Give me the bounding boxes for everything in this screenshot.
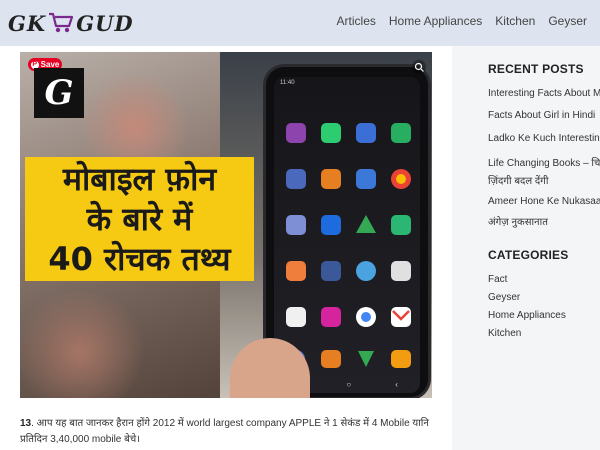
main-nav: Articles Home Appliances Kitchen Geyser [337, 14, 600, 32]
category-link-home-appliances[interactable]: Home Appliances [488, 310, 600, 321]
recent-post-link[interactable]: Interesting Facts About Mo [488, 88, 600, 99]
home-circle-icon: ○ [346, 379, 352, 389]
shopping-cart-icon [49, 12, 74, 33]
nav-geyser[interactable]: Geyser [548, 14, 587, 32]
recent-post-link[interactable]: Life Changing Books – चि [488, 155, 600, 169]
headline-line-1: मोबाइल फ़ोन [62, 160, 217, 198]
logo-text-right: GUD [76, 10, 134, 36]
recent-post-link[interactable]: Ladko Ke Kuch Interesting [488, 133, 600, 144]
main-content: 11:40 ○ ‹ मोबाइल फ़ोन के बारे में 40 रोच… [0, 46, 452, 450]
nav-articles[interactable]: Articles [337, 14, 376, 32]
article-paragraph: 13. आप यह बात जानकर हैरान होंगे 2012 में… [20, 416, 432, 448]
featured-image: 11:40 ○ ‹ मोबाइल फ़ोन के बारे में 40 रोच… [20, 52, 432, 398]
badge-logo: G [34, 68, 84, 118]
fact-text: . आप यह बात जानकर हैरान होंगे 2012 में w… [20, 418, 429, 445]
app-grid-icons [286, 123, 411, 368]
headline-line-3: 40 रोचक तथ्य [48, 240, 231, 278]
phone-screen: 11:40 ○ ‹ [274, 77, 420, 393]
visual-search-icon[interactable] [412, 60, 426, 74]
site-logo[interactable]: GK GUD [8, 8, 134, 38]
categories-title: CATEGORIES [488, 248, 569, 262]
headline-line-2: के बारे में [86, 200, 193, 238]
headline-box: मोबाइल फ़ोन के बारे में 40 रोचक तथ्य [25, 157, 254, 281]
nav-kitchen[interactable]: Kitchen [495, 14, 535, 32]
nav-home-appliances[interactable]: Home Appliances [389, 14, 482, 32]
back-arrow-icon: ‹ [395, 379, 398, 389]
recent-post-link-continued[interactable]: ज़िंदगी बदल देंगी [488, 173, 600, 187]
fact-number: 13 [20, 418, 32, 429]
recent-post-link-continued[interactable]: अंगेज़ नुकसानात [488, 214, 600, 228]
category-link-fact[interactable]: Fact [488, 274, 600, 285]
sidebar: RECENT POSTS Interesting Facts About Mo … [452, 46, 600, 450]
recent-post-link[interactable]: Facts About Girl in Hindi [488, 110, 600, 121]
recent-posts-title: RECENT POSTS [488, 62, 584, 76]
recent-post-link[interactable]: Ameer Hone Ke Nukasaan [488, 196, 600, 207]
category-link-kitchen[interactable]: Kitchen [488, 328, 600, 339]
site-header: GK GUD Articles Home Appliances Kitchen … [0, 0, 600, 46]
logo-text-left: GK [8, 10, 47, 36]
category-link-geyser[interactable]: Geyser [488, 292, 600, 303]
